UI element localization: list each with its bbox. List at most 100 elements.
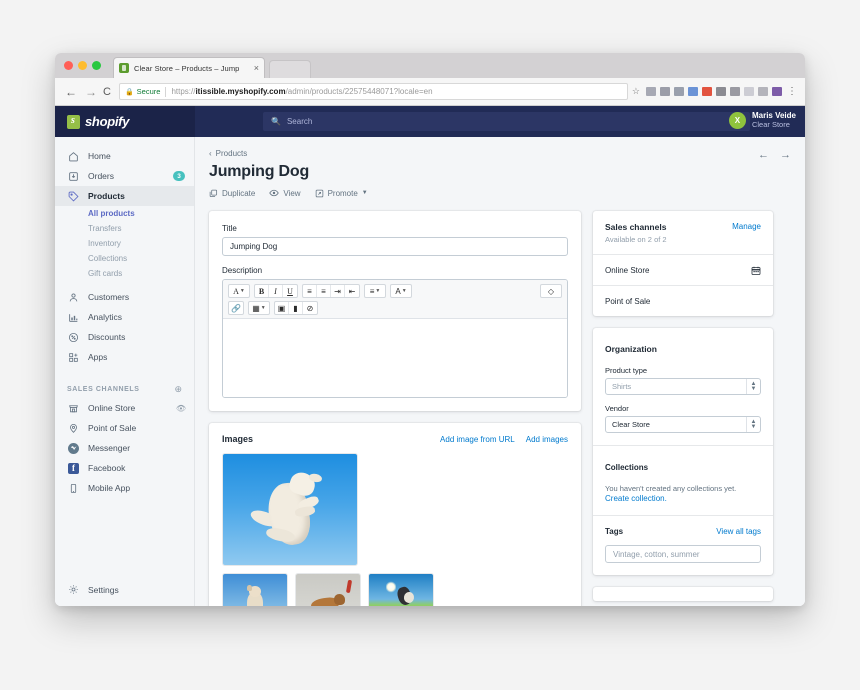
new-tab-button[interactable] — [269, 60, 311, 78]
product-image-thumbnail[interactable] — [368, 573, 434, 606]
link-group: 🔗 — [228, 301, 244, 315]
extension-icon-1[interactable] — [646, 87, 656, 96]
sidebar-item-inventory[interactable]: Inventory — [55, 236, 194, 251]
edit-html-button[interactable]: ◇ — [541, 285, 561, 297]
sidebar-item-orders[interactable]: Orders 3 — [55, 166, 194, 186]
account-menu[interactable]: X Maris Veide Clear Store — [728, 111, 796, 130]
view-all-tags-link[interactable]: View all tags — [716, 527, 761, 536]
sidebar-label-point-of-sale: Point of Sale — [88, 423, 137, 433]
maximize-window-button[interactable] — [92, 61, 101, 70]
editor-toolbar-row-1: A ▼ B I U ≡ ≡ ⇥ ⇤ ≡ ▼ A ▼ ◇ — [228, 284, 562, 298]
channel-row-point-of-sale[interactable]: Point of Sale — [593, 285, 773, 316]
channel-row-online-store[interactable]: Online Store — [593, 254, 773, 285]
product-type-select[interactable]: Shirts ▲ ▼ — [605, 378, 761, 395]
description-editor[interactable]: A ▼ B I U ≡ ≡ ⇥ ⇤ ≡ ▼ A ▼ ◇ 🔗 ▦ ▼ ▣ ▮ ⊘ — [222, 279, 568, 398]
table-button[interactable]: ▦ ▼ — [249, 302, 269, 314]
extension-icon-7[interactable] — [730, 87, 740, 96]
outdent-button[interactable]: ⇥ — [331, 285, 345, 297]
sidebar-item-home[interactable]: Home — [55, 146, 194, 166]
sidebar-item-online-store[interactable]: Online Store 👁 — [55, 398, 194, 418]
extension-icon-4[interactable] — [688, 87, 698, 96]
extension-icon-9[interactable] — [758, 87, 768, 96]
duplicate-button[interactable]: Duplicate — [209, 189, 255, 198]
numbered-list-button[interactable]: ≡ — [317, 285, 331, 297]
extension-icon-3[interactable] — [674, 87, 684, 96]
extension-icon-6[interactable] — [716, 87, 726, 96]
sidebar-item-analytics[interactable]: Analytics — [55, 307, 194, 327]
text-color-button[interactable]: A ▼ — [391, 285, 411, 297]
browser-tab[interactable]: Clear Store – Products – Jump × — [113, 57, 265, 78]
window-controls[interactable] — [64, 61, 101, 70]
close-tab-icon[interactable]: × — [254, 63, 259, 73]
insert-image-button[interactable]: ▣ — [275, 302, 289, 314]
sidebar-item-discounts[interactable]: Discounts — [55, 327, 194, 347]
add-image-from-url-link[interactable]: Add image from URL — [440, 435, 515, 444]
sidebar-item-messenger[interactable]: Messenger — [55, 438, 194, 458]
shopify-logo[interactable]: shopify — [55, 106, 195, 137]
insert-video-button[interactable]: ▮ — [289, 302, 303, 314]
tags-label: Tags — [605, 527, 624, 536]
admin-topbar: shopify 🔍 Search X Maris Veide Clear Sto… — [55, 106, 805, 137]
sidebar-item-products[interactable]: Products — [55, 186, 194, 206]
extension-icon-10[interactable] — [772, 87, 782, 96]
bold-button[interactable]: B — [255, 285, 269, 297]
sidebar-item-mobile-app[interactable]: Mobile App — [55, 478, 194, 498]
sidebar-item-point-of-sale[interactable]: Point of Sale — [55, 418, 194, 438]
indent-button[interactable]: ⇤ — [345, 285, 359, 297]
eye-icon — [269, 188, 280, 198]
create-collection-link[interactable]: Create collection. — [605, 494, 761, 503]
tags-header: Tags View all tags — [605, 527, 761, 536]
minimize-window-button[interactable] — [78, 61, 87, 70]
sidebar-item-all-products[interactable]: All products — [55, 206, 194, 221]
reload-button[interactable]: C — [103, 86, 111, 98]
font-family-button[interactable]: A ▼ — [229, 285, 249, 297]
sidebar-item-customers[interactable]: Customers — [55, 287, 194, 307]
clear-formatting-button[interactable]: ⊘ — [303, 302, 317, 314]
external-link-icon — [315, 189, 324, 198]
sidebar-item-facebook[interactable]: f Facebook — [55, 458, 194, 478]
promote-button[interactable]: Promote ▼ — [315, 189, 368, 198]
view-button[interactable]: View — [269, 188, 301, 198]
color-group: A ▼ — [390, 284, 412, 298]
calendar-icon[interactable] — [751, 266, 761, 275]
mobile-icon — [67, 482, 80, 495]
product-image-thumbnail[interactable] — [295, 573, 361, 606]
align-button[interactable]: ≡ ▼ — [365, 285, 385, 297]
italic-button[interactable]: I — [269, 285, 283, 297]
product-image-thumbnail[interactable] — [222, 453, 358, 566]
close-window-button[interactable] — [64, 61, 73, 70]
tags-input[interactable]: Vintage, cotton, summer — [605, 545, 761, 563]
add-sales-channel-icon[interactable]: ⊕ — [174, 384, 182, 395]
add-images-link[interactable]: Add images — [526, 435, 568, 444]
eye-icon[interactable]: 👁 — [176, 404, 186, 413]
products-icon — [67, 190, 80, 203]
sidebar-item-collections[interactable]: Collections — [55, 251, 194, 266]
title-input[interactable]: Jumping Dog — [222, 237, 568, 256]
sidebar-item-transfers[interactable]: Transfers — [55, 221, 194, 236]
address-bar[interactable]: 🔒 Secure https://itissible.myshopify.com… — [118, 83, 628, 100]
search-input[interactable]: 🔍 Search — [263, 112, 750, 131]
extension-icon-2[interactable] — [660, 87, 670, 96]
dog-photo-1 — [223, 454, 357, 565]
extension-icon-8[interactable] — [744, 87, 754, 96]
extension-icon-5[interactable] — [702, 87, 712, 96]
chevron-down-icon: ▼ — [361, 190, 368, 196]
product-image-thumbnail[interactable] — [222, 573, 288, 606]
bulleted-list-button[interactable]: ≡ — [303, 285, 317, 297]
description-textarea[interactable] — [223, 319, 567, 397]
next-product-button[interactable]: → — [780, 149, 791, 161]
sidebar-item-gift-cards[interactable]: Gift cards — [55, 266, 194, 281]
back-button[interactable]: ← — [63, 85, 79, 99]
forward-button[interactable]: → — [83, 85, 99, 99]
manage-link[interactable]: Manage — [732, 222, 761, 231]
browser-menu-icon[interactable]: ⋮ — [787, 87, 797, 97]
sidebar-item-settings[interactable]: Settings — [55, 583, 194, 596]
vendor-select[interactable]: Clear Store ▲ ▼ — [605, 416, 761, 433]
underline-button[interactable]: U — [283, 285, 297, 297]
sidebar-item-apps[interactable]: Apps — [55, 347, 194, 367]
bookmark-star-icon[interactable]: ☆ — [632, 86, 640, 97]
link-button[interactable]: 🔗 — [229, 302, 243, 314]
store-icon — [67, 402, 80, 415]
breadcrumb[interactable]: ‹ Products — [209, 149, 791, 158]
previous-product-button[interactable]: ← — [758, 149, 769, 161]
